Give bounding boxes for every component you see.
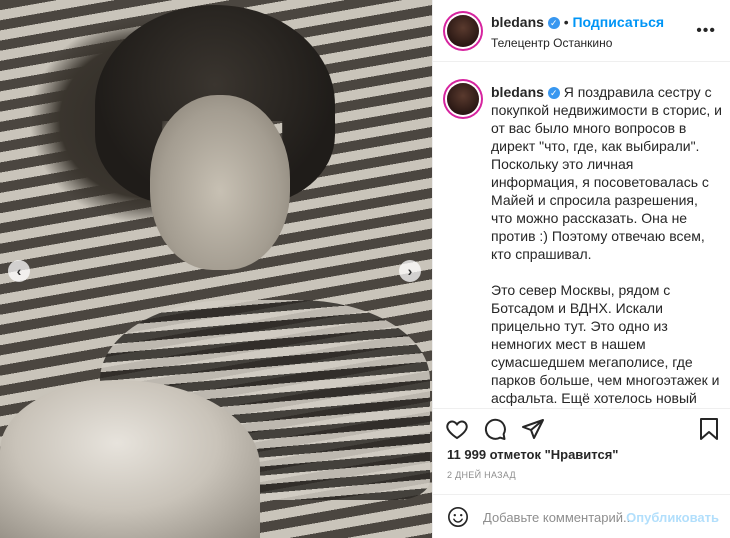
comment-icon[interactable]	[483, 417, 507, 441]
post-photo[interactable]: ‹ ›	[0, 0, 432, 538]
separator: •	[563, 14, 569, 30]
more-options-icon[interactable]: •••	[696, 22, 716, 40]
bookmark-icon[interactable]	[697, 417, 721, 441]
post-side-panel: bledans ✓ • Подписаться Телецентр Останк…	[432, 0, 730, 538]
carousel-dot-active	[196, 520, 202, 526]
carousel-indicator	[186, 520, 242, 526]
likes-count[interactable]: 11 999 отметок "Нравится"	[447, 447, 618, 462]
action-bar	[433, 408, 730, 448]
caption-text-container: bledans ✓ Я поздравила сестру с покупкой…	[491, 83, 723, 408]
photo-detail	[150, 95, 290, 270]
verified-badge-icon: ✓	[547, 17, 560, 30]
caption-username-link[interactable]: bledans	[491, 84, 544, 100]
share-icon[interactable]	[521, 417, 545, 441]
comment-bar: Опубликовать	[433, 494, 730, 538]
verified-badge-icon: ✓	[547, 87, 560, 100]
emoji-icon[interactable]	[447, 506, 469, 528]
post-comment-button[interactable]: Опубликовать	[626, 510, 719, 525]
follow-button[interactable]: Подписаться	[572, 14, 664, 30]
carousel-dot	[186, 520, 192, 526]
post-timestamp[interactable]: 2 ДНЕЙ НАЗАД	[447, 470, 516, 480]
location-link[interactable]: Телецентр Останкино	[491, 36, 612, 50]
heart-icon[interactable]	[445, 417, 469, 441]
carousel-dot	[236, 520, 242, 526]
username-link[interactable]: bledans	[491, 14, 544, 30]
caption-text: Я поздравила сестру с покупкой недвижимо…	[491, 84, 722, 406]
carousel-dot	[206, 520, 212, 526]
caption-block: bledans ✓ Я поздравила сестру с покупкой…	[433, 63, 730, 408]
avatar[interactable]	[447, 83, 479, 115]
avatar[interactable]	[447, 15, 479, 47]
carousel-dot	[216, 520, 222, 526]
post-header: bledans ✓ • Подписаться Телецентр Останк…	[433, 0, 730, 62]
carousel-next-button[interactable]: ›	[399, 260, 421, 282]
comment-input[interactable]	[483, 503, 633, 531]
carousel-prev-button[interactable]: ‹	[8, 260, 30, 282]
carousel-dot	[226, 520, 232, 526]
